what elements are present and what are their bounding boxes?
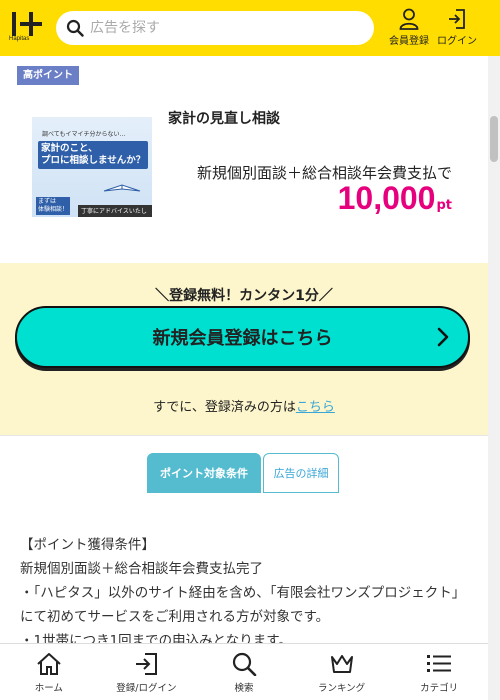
search-icon [66, 19, 84, 37]
register-label: 会員登録 [389, 36, 429, 47]
nav-login-label: 登録/ログイン [116, 683, 177, 694]
tab-point-conditions[interactable]: ポイント対象条件 [147, 453, 261, 493]
points-unit: pt [436, 198, 452, 213]
bottom-navigation: ホーム 登録/ログイン 検索 ランキング カテゴリ [0, 643, 488, 700]
login-prefix-text: すでに、登録済みの方は [153, 400, 296, 415]
app-header: Hapitas 会員登録 ログイン [0, 0, 500, 56]
login-button[interactable]: ログイン [435, 8, 479, 50]
nav-category-label: カテゴリ [420, 683, 459, 694]
conditions-line: 新規個別面談＋総合相談年会費支払完了 [20, 561, 263, 577]
page-scrollbar[interactable] [488, 56, 500, 700]
high-point-badge: 高ポイント [17, 66, 79, 85]
chevron-right-icon [437, 327, 449, 347]
list-icon [427, 655, 452, 672]
banner-text: 調べてもイマイチ分からない… [42, 131, 126, 138]
banner-headline-line2: プロに相談しませんか？ [41, 155, 146, 166]
conditions-line: ・「ハピタス」以外のサイト経由を含め、「有限会社ワンズプロジェクト」にて初めてサ… [20, 585, 459, 625]
existing-member-login: すでに、登録済みの方はこちら [0, 396, 488, 415]
search-input[interactable] [90, 20, 360, 36]
home-icon [37, 653, 61, 675]
banner-headline: 家計のこと、 プロに相談しませんか？ [38, 141, 149, 169]
search-bar[interactable] [56, 11, 374, 45]
banner-advice-text: 丁寧にアドバイスいたします [78, 205, 152, 217]
nav-ranking-label: ランキング [317, 683, 366, 694]
register-button[interactable]: 会員登録 [387, 8, 431, 50]
search-icon [232, 652, 257, 676]
offer-banner-image[interactable]: 調べてもイマイチ分からない… 家計のこと、 プロに相談しませんか？ まずは 体験… [32, 117, 152, 217]
banner-trial-line2: 体験相談！ [38, 206, 69, 213]
login-icon [136, 653, 158, 675]
nav-register-login[interactable]: 登録/ログイン [98, 644, 196, 700]
banner-trial-text: まずは 体験相談！ [36, 197, 71, 215]
logo-text: Hapitas [9, 36, 30, 42]
register-button-label: 新規会員登録はこちら [152, 328, 333, 349]
scrollbar-thumb[interactable] [490, 116, 498, 162]
new-member-register-button[interactable]: 新規会員登録はこちら [15, 306, 470, 368]
conditions-line: 【ポイント獲得条件】 [20, 537, 155, 553]
crown-icon [330, 655, 353, 673]
register-section: ＼登録無料！カンタン1分／ 新規会員登録はこちら すでに、登録済みの方はこちら [0, 263, 488, 435]
nav-search[interactable]: 検索 [195, 644, 293, 700]
offer-title: 家計の見直し相談 [168, 111, 280, 127]
login-icon [449, 9, 465, 29]
hapitas-logo[interactable] [10, 8, 46, 48]
nav-home[interactable]: ホーム [0, 644, 98, 700]
offer-points: 10,000pt [338, 180, 452, 217]
register-headline: ＼登録無料！カンタン1分／ [155, 288, 333, 304]
divider [0, 435, 488, 436]
nav-search-label: 検索 [234, 683, 254, 694]
tab-ad-details[interactable]: 広告の詳細 [263, 453, 339, 493]
book-icon [103, 184, 141, 192]
nav-ranking[interactable]: ランキング [293, 644, 391, 700]
points-value: 10,000 [337, 180, 436, 216]
user-icon [399, 8, 419, 30]
banner-trial-line1: まずは [38, 198, 57, 205]
nav-home-label: ホーム [34, 683, 63, 694]
existing-login-link[interactable]: こちら [296, 400, 335, 415]
banner-headline-line1: 家計のこと、 [41, 143, 98, 154]
login-label: ログイン [437, 36, 477, 47]
nav-category[interactable]: カテゴリ [390, 644, 488, 700]
point-conditions-text: 【ポイント獲得条件】 新規個別面談＋総合相談年会費支払完了 ・「ハピタス」以外の… [20, 533, 460, 653]
